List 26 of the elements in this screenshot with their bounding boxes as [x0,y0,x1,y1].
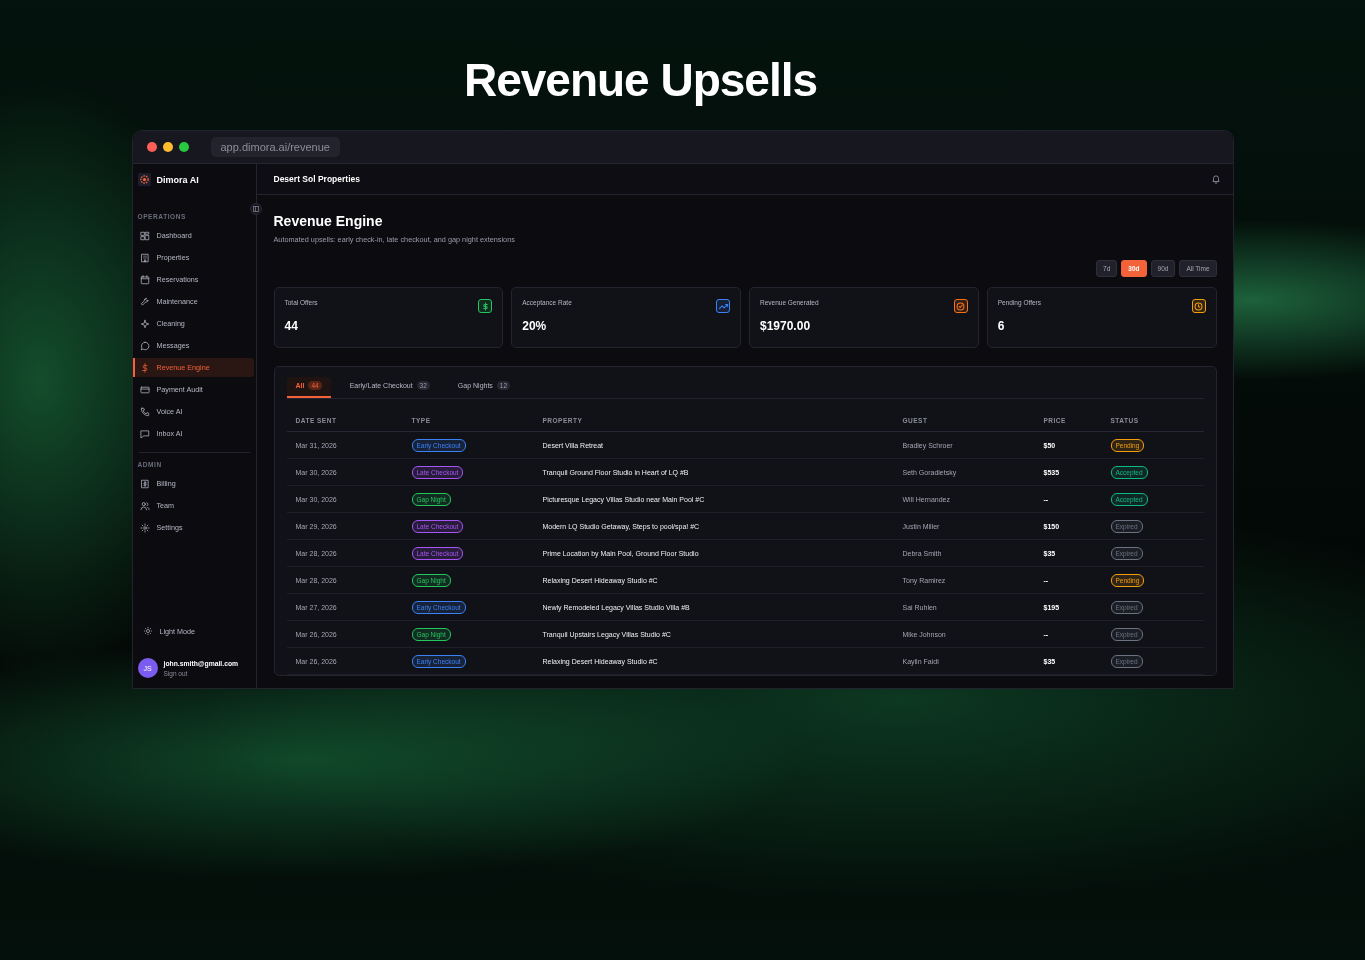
minimize-window-dot[interactable] [162,142,173,152]
headline: Revenue Upsells [463,53,818,108]
page-title: Revenue Engine [273,213,384,229]
grid-icon [139,230,150,241]
gear-logo-icon [137,173,151,186]
brand-name: Dimora AI [156,174,199,185]
bell-icon[interactable] [1210,174,1221,184]
users-icon [139,500,150,511]
sparkle-icon [139,318,150,329]
dollar-icon [139,362,150,373]
stat-value: 20% [522,319,548,333]
sun-icon [142,626,153,636]
stat-value: 44 [284,319,299,333]
calendar-icon [139,274,150,285]
receipt-icon [139,478,150,489]
close-window-dot[interactable] [146,142,157,152]
stat-value: $1970.00 [760,319,812,333]
organization-name: Desert Sol Properties [273,174,360,184]
phone-icon [139,406,150,417]
chat-bubble-icon [139,340,150,351]
building-icon [139,252,150,263]
stat-value: 6 [997,319,1006,333]
sidebar-toggle-icon[interactable] [249,203,262,215]
maximize-window-dot[interactable] [178,142,189,152]
url-bar[interactable]: app.dimora.ai/revenue [210,137,340,157]
credit-card-icon [139,384,150,395]
